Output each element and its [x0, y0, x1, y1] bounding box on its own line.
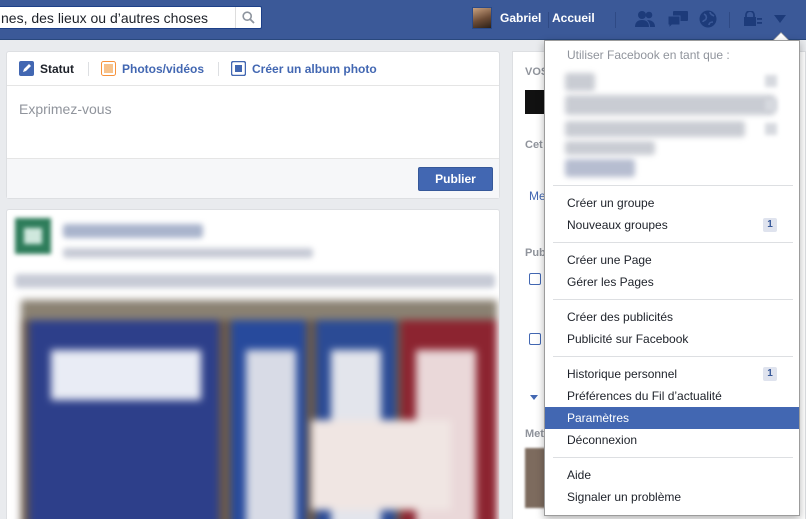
tab-photos-videos[interactable]: Photos/vidéos [101, 61, 204, 76]
status-input[interactable]: Exprimez-vous [7, 86, 499, 158]
search-input[interactable] [0, 7, 223, 28]
account-badge [765, 123, 777, 135]
post-author-avatar [15, 218, 51, 254]
home-link[interactable]: Accueil [552, 11, 595, 25]
menu-item-activity-log[interactable]: Historique personnel 1 [545, 363, 799, 385]
account-dropdown-menu: Utiliser Facebook en tant que : Créer un… [544, 40, 800, 516]
pencil-icon [19, 61, 34, 76]
menu-item-label: Créer un groupe [567, 196, 655, 210]
menu-item-label: Historique personnel [567, 367, 678, 381]
avatar [472, 7, 492, 29]
tab-label: Créer un album photo [252, 61, 377, 76]
search-box[interactable] [0, 6, 262, 29]
search-button[interactable] [235, 7, 261, 28]
tab-status[interactable]: Statut [19, 61, 74, 76]
tab-create-album[interactable]: Créer un album photo [231, 61, 377, 76]
menu-item-log-out[interactable]: Déconnexion [545, 429, 799, 451]
tab-divider [88, 61, 89, 76]
user-name: Gabriel [500, 11, 542, 25]
profile-link[interactable]: Gabriel [472, 7, 541, 29]
menu-item-new-groups[interactable]: Nouveaux groupes 1 [545, 214, 799, 236]
composer-footer: Publier [7, 158, 499, 198]
menu-item-label: Signaler un problème [567, 490, 682, 504]
menu-item-help[interactable]: Aide [545, 464, 799, 486]
tab-divider [218, 61, 220, 76]
messages-icon [667, 11, 688, 28]
edit-icon[interactable] [529, 333, 541, 345]
menu-divider [553, 242, 793, 243]
tab-label: Photos/vidéos [122, 61, 205, 76]
menu-item-create-group[interactable]: Créer un groupe [545, 192, 799, 214]
account-entry[interactable] [565, 73, 595, 91]
chevron-down-icon [774, 15, 786, 23]
account-entry[interactable] [565, 95, 775, 115]
menu-item-label: Aide [567, 468, 592, 482]
menu-item-create-ads[interactable]: Créer des publicités [545, 306, 799, 328]
menu-divider [553, 299, 793, 300]
photo-icon [101, 61, 116, 76]
menu-divider [553, 457, 793, 458]
account-entry[interactable] [565, 121, 745, 137]
nav-divider [729, 12, 730, 28]
nav-divider [615, 12, 616, 28]
menu-item-label: Préférences du Fil d’actualité [567, 389, 722, 403]
account-badge [765, 75, 777, 87]
rc-section-label: Met [525, 428, 544, 440]
menu-item-advertising[interactable]: Publicité sur Facebook [545, 328, 799, 350]
menu-item-label: Gérer les Pages [567, 275, 654, 289]
privacy-icon [744, 11, 762, 26]
account-entry[interactable] [565, 159, 635, 177]
notifications-icon [699, 10, 717, 28]
rc-section-label: Cet [525, 139, 543, 151]
top-bar: Gabriel Accueil [0, 0, 806, 40]
post-photo [21, 300, 497, 519]
menu-item-settings[interactable]: Paramètres [545, 407, 799, 429]
chevron-down-icon[interactable] [530, 395, 538, 400]
post-composer: Statut Photos/vidéos Créer un album phot… [6, 51, 500, 199]
post-meta [63, 248, 313, 258]
privacy-shortcuts-button[interactable] [742, 9, 764, 29]
tab-label: Statut [40, 61, 74, 76]
messages-button[interactable] [667, 9, 689, 29]
count-badge: 1 [763, 367, 777, 381]
post-author-name [63, 224, 203, 238]
menu-item-label: Paramètres [567, 411, 630, 425]
account-badge [765, 99, 777, 111]
edit-icon[interactable] [529, 273, 541, 285]
menu-item-label: Créer des publicités [567, 310, 674, 324]
feed-post [6, 209, 500, 519]
menu-item-report-problem[interactable]: Signaler un problème [545, 486, 799, 508]
notifications-button[interactable] [697, 9, 719, 29]
friend-requests-button[interactable] [634, 9, 656, 29]
album-icon [231, 61, 247, 76]
publish-button[interactable]: Publier [418, 167, 493, 191]
friends-icon [635, 11, 655, 27]
menu-item-label: Créer une Page [567, 253, 652, 267]
account-entry[interactable] [565, 141, 655, 155]
menu-item-label: Publicité sur Facebook [567, 332, 689, 346]
menu-item-news-feed-preferences[interactable]: Préférences du Fil d’actualité [545, 385, 799, 407]
count-badge: 1 [763, 218, 777, 232]
nav-divider [548, 12, 549, 28]
search-icon [242, 11, 255, 24]
composer-tabs: Statut Photos/vidéos Créer un album phot… [7, 52, 499, 86]
account-menu-button[interactable] [769, 9, 791, 29]
menu-divider [553, 356, 793, 357]
menu-item-manage-pages[interactable]: Gérer les Pages [545, 271, 799, 293]
menu-header: Utiliser Facebook en tant que : [567, 48, 730, 62]
menu-item-label: Nouveaux groupes [567, 218, 668, 232]
post-text [15, 274, 495, 288]
menu-item-label: Déconnexion [567, 433, 638, 447]
menu-divider [553, 185, 793, 186]
menu-item-create-page[interactable]: Créer une Page [545, 249, 799, 271]
